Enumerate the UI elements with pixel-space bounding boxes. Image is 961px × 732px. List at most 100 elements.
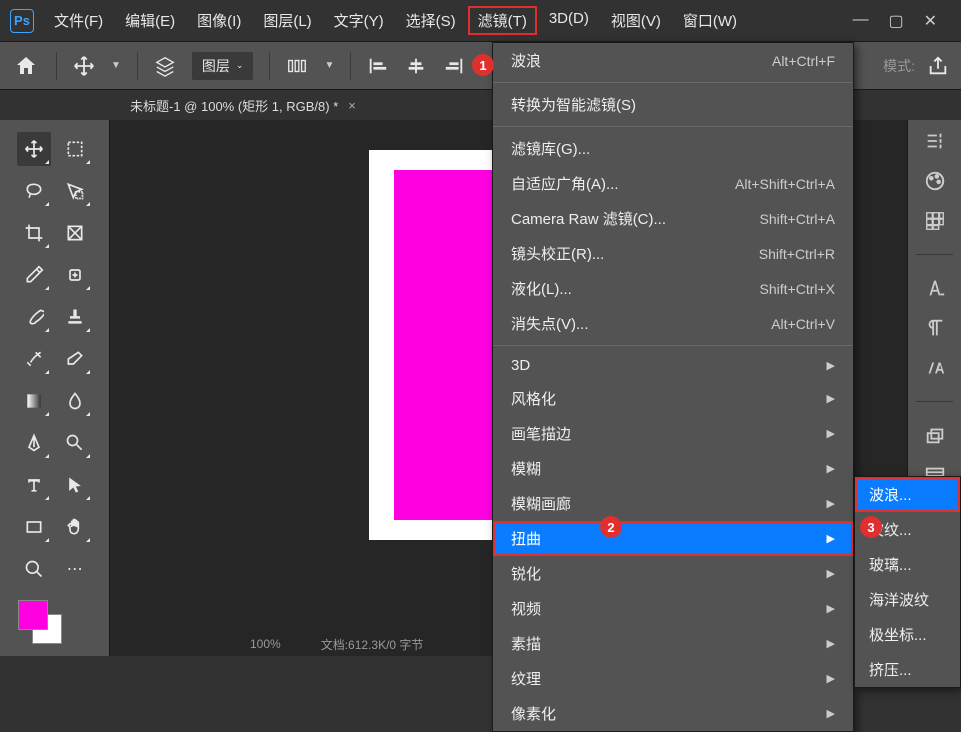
filter-vanish[interactable]: 消失点(V)... Alt+Ctrl+V (493, 306, 853, 341)
hand-tool[interactable] (58, 510, 92, 544)
menu-type[interactable]: 文字(Y) (324, 6, 394, 35)
layers-panel-icon[interactable] (924, 424, 946, 446)
distort-wave[interactable]: 波浪... (855, 477, 960, 512)
distort-submenu: 波浪... 波纹... 玻璃... 海洋波纹 极坐标... 挤压... (854, 476, 961, 688)
properties-icon[interactable] (924, 130, 946, 152)
filter-liquify[interactable]: 液化(L)... Shift+Ctrl+X (493, 271, 853, 306)
paragraph-icon[interactable] (924, 317, 946, 339)
distort-ocean[interactable]: 海洋波纹 (855, 582, 960, 617)
layer-dropdown-label: 图层 (202, 56, 230, 76)
submenu-arrow-icon: ▶ (827, 532, 835, 545)
menu-select[interactable]: 选择(S) (396, 6, 466, 35)
filter-group-stylize[interactable]: 风格化▶ (493, 381, 853, 416)
filter-group-blur[interactable]: 模糊▶ (493, 451, 853, 486)
eraser-tool[interactable] (58, 342, 92, 376)
pen-tool[interactable] (17, 426, 51, 460)
window-controls: — ▢ ✕ (852, 11, 957, 31)
type-tool[interactable] (17, 468, 51, 502)
stamp-tool[interactable] (58, 300, 92, 334)
filter-group-blur-gallery[interactable]: 模糊画廊▶ (493, 486, 853, 521)
chevron-down-icon: ⌄ (236, 60, 244, 71)
minimize-icon[interactable]: — (852, 11, 868, 31)
submenu-arrow-icon: ▶ (827, 672, 835, 685)
path-select-tool[interactable] (58, 468, 92, 502)
filter-camera-raw[interactable]: Camera Raw 滤镜(C)... Shift+Ctrl+A (493, 201, 853, 236)
tab-title: 未标题-1 @ 100% (矩形 1, RGB/8) * (130, 96, 338, 115)
filter-last[interactable]: 波浪 Alt+Ctrl+F (493, 43, 853, 78)
chevron-down-icon[interactable]: ▼ (111, 60, 121, 71)
menu-image[interactable]: 图像(I) (187, 6, 251, 35)
distort-pinch[interactable]: 挤压... (855, 652, 960, 687)
filter-adaptive[interactable]: 自适应广角(A)... Alt+Shift+Ctrl+A (493, 166, 853, 201)
menu-view[interactable]: 视图(V) (601, 6, 671, 35)
align-icon-1[interactable] (286, 55, 308, 77)
filter-group-3d[interactable]: 3D▶ (493, 350, 853, 381)
blur-tool[interactable] (58, 384, 92, 418)
color-swatches[interactable] (0, 590, 109, 650)
filter-lens[interactable]: 镜头校正(R)... Shift+Ctrl+R (493, 236, 853, 271)
align-right-icon[interactable] (443, 55, 465, 77)
menu-filter[interactable]: 滤镜(T) (468, 6, 537, 35)
filter-group-sharpen[interactable]: 锐化▶ (493, 556, 853, 591)
zoom-tool[interactable] (17, 552, 51, 586)
glyphs-icon[interactable] (924, 357, 946, 379)
more-tools[interactable]: ⋯ (58, 552, 92, 586)
document-tab[interactable]: 未标题-1 @ 100% (矩形 1, RGB/8) * × (130, 96, 356, 115)
annotation-badge-1: 1 (472, 54, 494, 76)
menu-3d[interactable]: 3D(D) (539, 6, 599, 35)
gradient-tool[interactable] (17, 384, 51, 418)
zoom-level[interactable]: 100% (250, 637, 281, 651)
filter-group-distort[interactable]: 扭曲▶ (493, 521, 853, 556)
crop-tool[interactable] (17, 216, 51, 250)
doc-size[interactable]: 文档:612.3K/0 字节 (321, 636, 424, 653)
divider (350, 52, 351, 80)
panel-separator (916, 254, 953, 255)
dodge-tool[interactable] (58, 426, 92, 460)
filter-gallery[interactable]: 滤镜库(G)... (493, 131, 853, 166)
menu-file[interactable]: 文件(F) (44, 6, 113, 35)
submenu-arrow-icon: ▶ (827, 392, 835, 405)
distort-glass[interactable]: 玻璃... (855, 547, 960, 582)
filter-group-video[interactable]: 视频▶ (493, 591, 853, 626)
distort-polar[interactable]: 极坐标... (855, 617, 960, 652)
marquee-tool[interactable] (58, 132, 92, 166)
maximize-icon[interactable]: ▢ (888, 11, 903, 31)
move-tool-icon[interactable] (73, 55, 95, 77)
brush-tool[interactable] (17, 300, 51, 334)
filter-group-texture[interactable]: 纹理▶ (493, 661, 853, 696)
move-tool[interactable] (17, 132, 51, 166)
character-icon[interactable] (924, 277, 946, 299)
lasso-tool[interactable] (17, 174, 51, 208)
submenu-arrow-icon: ▶ (827, 359, 835, 372)
filter-group-brush[interactable]: 画笔描边▶ (493, 416, 853, 451)
rectangle-tool[interactable] (17, 510, 51, 544)
divider (137, 52, 138, 80)
tab-close-icon[interactable]: × (348, 98, 356, 113)
menu-layer[interactable]: 图层(L) (253, 6, 321, 35)
annotation-badge-3: 3 (860, 516, 882, 538)
frame-tool[interactable] (58, 216, 92, 250)
menu-window[interactable]: 窗口(W) (673, 6, 747, 35)
menu-edit[interactable]: 编辑(E) (115, 6, 185, 35)
close-icon[interactable]: ✕ (924, 11, 937, 31)
layer-dropdown[interactable]: 图层 ⌄ (192, 52, 254, 80)
layers-icon[interactable] (154, 55, 176, 77)
swatches-icon[interactable] (924, 210, 946, 232)
submenu-arrow-icon: ▶ (827, 567, 835, 580)
align-left-icon[interactable] (367, 55, 389, 77)
foreground-color[interactable] (18, 600, 48, 630)
healing-tool[interactable] (58, 258, 92, 292)
share-icon[interactable] (927, 55, 949, 77)
filter-group-pixelate[interactable]: 像素化▶ (493, 696, 853, 731)
history-brush-tool[interactable] (17, 342, 51, 376)
chevron-down-icon[interactable]: ▼ (324, 60, 334, 71)
filter-last-label: 波浪 (511, 50, 541, 71)
status-bar: 100% 文档:612.3K/0 字节 (220, 632, 423, 656)
home-icon[interactable] (12, 54, 40, 78)
submenu-arrow-icon: ▶ (827, 427, 835, 440)
color-icon[interactable] (924, 170, 946, 192)
align-center-icon[interactable] (405, 55, 427, 77)
filter-convert-smart[interactable]: 转换为智能滤镜(S) (493, 87, 853, 122)
quick-select-tool[interactable] (58, 174, 92, 208)
eyedropper-tool[interactable] (17, 258, 51, 292)
